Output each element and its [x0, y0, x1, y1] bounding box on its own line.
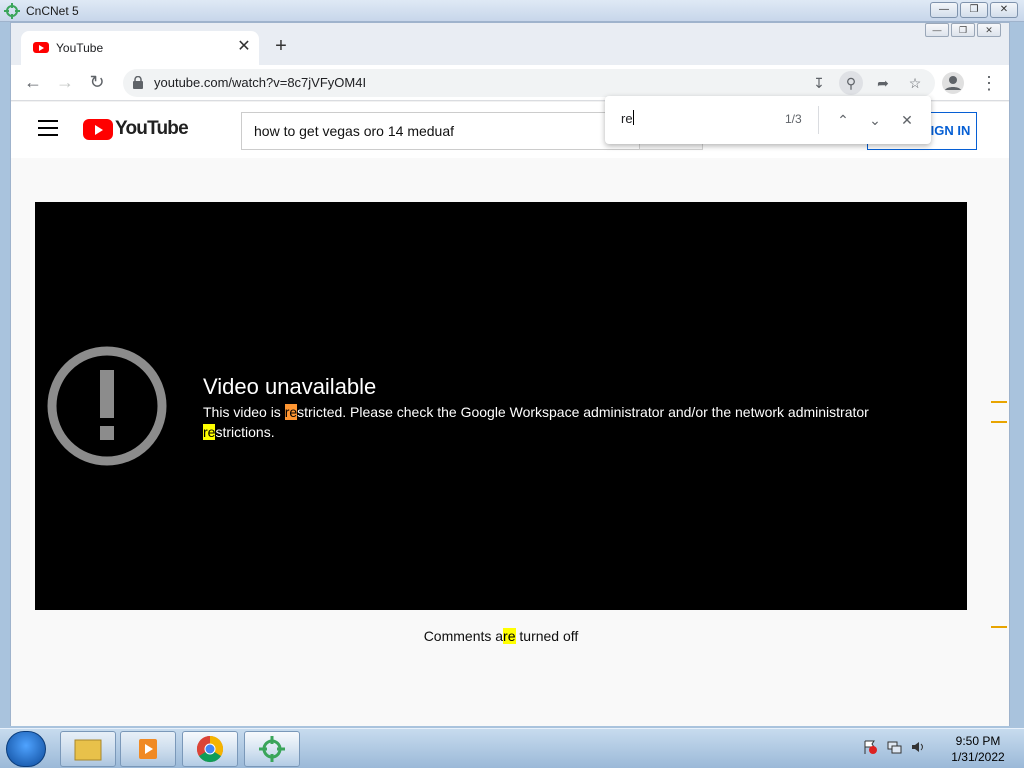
start-button-windows-logo-icon[interactable]	[6, 731, 46, 767]
clock-date: 1/31/2022	[951, 750, 1005, 764]
video-error-title: Video unavailable	[203, 374, 377, 399]
tab-youtube[interactable]: YouTube ✕	[21, 31, 259, 65]
clock-time: 9:50 PM	[955, 734, 1001, 748]
taskbar-explorer-folder-icon[interactable]	[60, 731, 116, 767]
action-center-flag-icon[interactable]	[862, 739, 878, 755]
outer-close-button[interactable]: ✕	[990, 2, 1018, 18]
lock-icon[interactable]	[133, 76, 143, 89]
error-text-part: This video is	[203, 404, 285, 420]
find-previous-chevron-up-icon[interactable]: ⌃	[831, 108, 855, 132]
comments-text-part: Comments a	[423, 628, 504, 644]
forward-arrow-icon[interactable]: →	[53, 71, 77, 95]
find-in-page-icon[interactable]: ⚲	[839, 71, 863, 95]
web-page: YouTube how to get vegas oro 14 meduaf S…	[11, 102, 1009, 726]
scrollbar-match-marker	[991, 626, 1007, 628]
taskbar-media-player-icon[interactable]	[120, 731, 176, 767]
text-caret	[632, 110, 634, 125]
find-match-count: 1/3	[785, 112, 802, 126]
find-next-chevron-down-icon[interactable]: ⌄	[863, 108, 887, 132]
video-error-message: This video is restricted. Please check t…	[203, 402, 923, 442]
youtube-play-logo-icon	[83, 118, 113, 140]
tab-strip: YouTube ✕ + — ❐ ✕	[11, 23, 1009, 65]
install-app-icon[interactable]: ↧	[807, 71, 831, 95]
comments-text-part: turned off	[515, 628, 579, 644]
url-text[interactable]: youtube.com/watch?v=8c7jVFyOM4I	[154, 75, 366, 90]
browser-restore-button[interactable]: ❐	[951, 23, 975, 37]
youtube-favicon-icon	[33, 42, 49, 53]
youtube-search-input[interactable]: how to get vegas oro 14 meduaf	[241, 112, 641, 150]
browser-menu-icon[interactable]: ⋮	[977, 71, 1001, 95]
outer-maximize-button[interactable]: ❐	[960, 2, 988, 18]
youtube-logo[interactable]: YouTube	[83, 117, 189, 141]
outer-window-titlebar: CnCNet 5 — ❐ ✕	[0, 0, 1024, 22]
scrollbar-match-marker	[991, 401, 1007, 403]
find-input[interactable]: re	[621, 110, 634, 126]
find-close-icon[interactable]: ✕	[895, 108, 919, 132]
windows-taskbar: 9:50 PM 1/31/2022	[0, 728, 1024, 768]
error-text-part: strictions.	[215, 424, 275, 440]
share-icon[interactable]: ➦	[871, 71, 895, 95]
youtube-logo-text: YouTube	[115, 118, 189, 139]
video-player[interactable]: Video unavailable This video is restrict…	[35, 202, 967, 610]
taskbar-clock[interactable]: 9:50 PM 1/31/2022	[938, 733, 1018, 765]
bookmark-star-icon[interactable]: ☆	[903, 71, 927, 95]
error-text-part: stricted. Please check the Google Worksp…	[297, 404, 869, 420]
find-divider	[818, 106, 819, 134]
scrollbar-match-marker	[991, 421, 1007, 423]
find-match: re	[503, 628, 516, 644]
taskbar-cncnet-icon[interactable]	[244, 731, 300, 767]
tab-title: YouTube	[56, 41, 104, 55]
find-match: re	[203, 424, 216, 440]
browser-minimize-button[interactable]: —	[925, 23, 949, 37]
network-icon[interactable]	[886, 739, 902, 755]
hamburger-menu-icon[interactable]	[38, 120, 58, 136]
taskbar-chrome-icon[interactable]	[182, 731, 238, 767]
find-in-page-bar: re 1/3 ⌃ ⌄ ✕	[605, 96, 931, 144]
profile-avatar-icon[interactable]	[941, 71, 965, 95]
tab-close-icon[interactable]: ✕	[235, 38, 253, 56]
system-tray	[862, 739, 926, 755]
cncnet-logo-icon	[4, 3, 20, 19]
find-query-text[interactable]: re	[621, 111, 633, 126]
outer-minimize-button[interactable]: —	[930, 2, 958, 18]
outer-window-title: CnCNet 5	[26, 4, 79, 18]
new-tab-button[interactable]: +	[269, 35, 293, 59]
error-exclamation-icon	[47, 346, 167, 466]
volume-icon[interactable]	[910, 739, 926, 755]
browser-window: YouTube ✕ + — ❐ ✕ ← → ↻ youtube.com/watc…	[10, 22, 1010, 726]
back-arrow-icon[interactable]: ←	[21, 71, 45, 95]
comments-disabled-message: Comments are turned off	[11, 628, 991, 644]
address-bar[interactable]: youtube.com/watch?v=8c7jVFyOM4I ↧ ⚲ ➦ ☆	[123, 69, 935, 97]
search-query-text[interactable]: how to get vegas oro 14 meduaf	[254, 123, 454, 139]
browser-close-button[interactable]: ✕	[977, 23, 1001, 37]
find-match-active: re	[284, 404, 298, 420]
reload-icon[interactable]: ↻	[85, 71, 109, 95]
